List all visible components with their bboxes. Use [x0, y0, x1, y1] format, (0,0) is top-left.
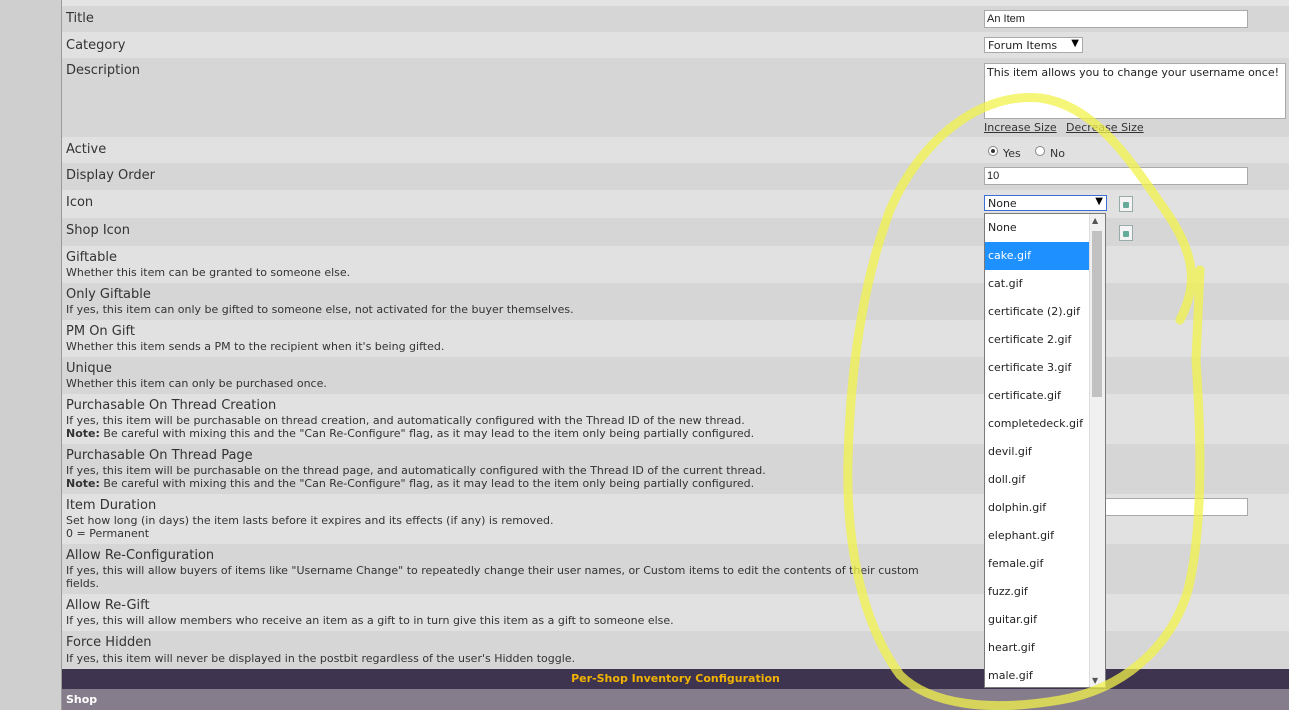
allow-reconfiguration-desc: If yes, this will allow buyers of items …	[66, 564, 919, 577]
category-select-value: Forum Items	[988, 39, 1058, 52]
scroll-thumb[interactable]	[1092, 231, 1102, 397]
pm-on-gift-desc: Whether this item sends a PM to the reci…	[66, 340, 445, 353]
dropdown-option[interactable]: dolphin.gif	[985, 494, 1090, 522]
dropdown-option[interactable]: female.gif	[985, 550, 1090, 578]
shop-icon-label: Shop Icon	[66, 223, 131, 238]
purchasable-thread-page-desc: If yes, this item will be purchasable on…	[66, 464, 766, 477]
chevron-down-icon: ▼	[1071, 38, 1079, 49]
note-label: Note:	[66, 477, 100, 490]
item-duration-desc2: 0 = Permanent	[66, 527, 150, 540]
unique-label: Unique	[66, 361, 112, 376]
dropdown-option[interactable]: certificate.gif	[985, 382, 1090, 410]
note-text: Be careful with mixing this and the "Can…	[99, 427, 755, 440]
dropdown-option[interactable]: elephant.gif	[985, 522, 1090, 550]
title-input[interactable]	[984, 10, 1248, 28]
dropdown-option-selected[interactable]: cake.gif	[985, 242, 1090, 270]
title-label: Title	[66, 11, 94, 26]
left-gutter	[0, 0, 62, 710]
dropdown-option[interactable]: devil.gif	[985, 438, 1090, 466]
note-label: Note:	[66, 427, 100, 440]
allow-reconfiguration-label: Allow Re-Configuration	[66, 548, 215, 563]
allow-regift-label: Allow Re-Gift	[66, 598, 150, 613]
row-category: Category	[62, 32, 1289, 58]
icon-select[interactable]: None ▼	[984, 195, 1107, 211]
active-label: Active	[66, 142, 107, 157]
item-duration-desc: Set how long (in days) the item lasts be…	[66, 514, 554, 527]
icon-label: Icon	[66, 195, 94, 210]
display-order-label: Display Order	[66, 168, 155, 183]
purchasable-thread-creation-desc: If yes, this item will be purchasable on…	[66, 414, 745, 427]
pm-on-gift-label: PM On Gift	[66, 324, 135, 339]
only-giftable-label: Only Giftable	[66, 287, 151, 302]
note-text: Be careful with mixing this and the "Can…	[99, 477, 755, 490]
allow-regift-desc: If yes, this will allow members who rece…	[66, 614, 674, 627]
active-no-label: No	[1050, 147, 1065, 160]
category-label: Category	[66, 38, 126, 53]
giftable-desc: Whether this item can be granted to some…	[66, 266, 351, 279]
only-giftable-desc: If yes, this item can only be gifted to …	[66, 303, 574, 316]
chevron-down-icon: ▼	[1095, 196, 1103, 207]
dropdown-option[interactable]: male.gif	[985, 662, 1090, 687]
increase-size-link[interactable]: Increase Size	[984, 121, 1057, 134]
force-hidden-desc: If yes, this item will never be displaye…	[66, 652, 576, 665]
dropdown-option[interactable]: doll.gif	[985, 466, 1090, 494]
dropdown-option[interactable]: certificate 2.gif	[985, 326, 1090, 354]
scroll-up-arrow-icon[interactable]: ▲	[1092, 216, 1098, 225]
dropdown-option[interactable]: fuzz.gif	[985, 578, 1090, 606]
row-active: Active	[62, 137, 1289, 163]
dropdown-option[interactable]: cat.gif	[985, 270, 1090, 298]
dropdown-option[interactable]: None	[985, 214, 1090, 242]
shop-subheader: Shop	[62, 689, 1289, 710]
dropdown-scrollbar[interactable]: ▲ ▼	[1089, 214, 1105, 687]
dropdown-option[interactable]: completedeck.gif	[985, 410, 1090, 438]
description-textarea[interactable]: This item allows you to change your user…	[984, 63, 1286, 119]
dropdown-option[interactable]: guitar.gif	[985, 606, 1090, 634]
giftable-label: Giftable	[66, 250, 117, 265]
dropdown-option[interactable]: heart.gif	[985, 634, 1090, 662]
display-order-input[interactable]	[984, 167, 1248, 185]
dropdown-option[interactable]: certificate 3.gif	[985, 354, 1090, 382]
icon-dropdown-list[interactable]: None cake.gif cat.gif certificate (2).gi…	[984, 213, 1106, 688]
purchasable-thread-creation-label: Purchasable On Thread Creation	[66, 398, 277, 413]
shop-icon-preview-image	[1119, 225, 1133, 241]
unique-desc: Whether this item can only be purchased …	[66, 377, 327, 390]
icon-preview-image	[1119, 196, 1133, 212]
item-duration-label: Item Duration	[66, 498, 157, 513]
purchasable-thread-creation-note: Note: Be careful with mixing this and th…	[66, 427, 754, 440]
active-yes-radio[interactable]	[988, 146, 998, 156]
decrease-size-link[interactable]: Decrease Size	[1066, 121, 1144, 134]
purchasable-thread-page-label: Purchasable On Thread Page	[66, 448, 253, 463]
icon-select-value: None	[988, 197, 1017, 210]
active-yes-label: Yes	[1003, 147, 1021, 160]
force-hidden-label: Force Hidden	[66, 635, 152, 650]
purchasable-thread-page-note: Note: Be careful with mixing this and th…	[66, 477, 754, 490]
description-label: Description	[66, 63, 141, 78]
category-select[interactable]: Forum Items ▼	[984, 37, 1083, 53]
dropdown-option[interactable]: certificate (2).gif	[985, 298, 1090, 326]
active-no-radio[interactable]	[1035, 146, 1045, 156]
scroll-down-arrow-icon[interactable]: ▼	[1092, 676, 1098, 685]
allow-reconfiguration-desc2: fields.	[66, 577, 99, 590]
